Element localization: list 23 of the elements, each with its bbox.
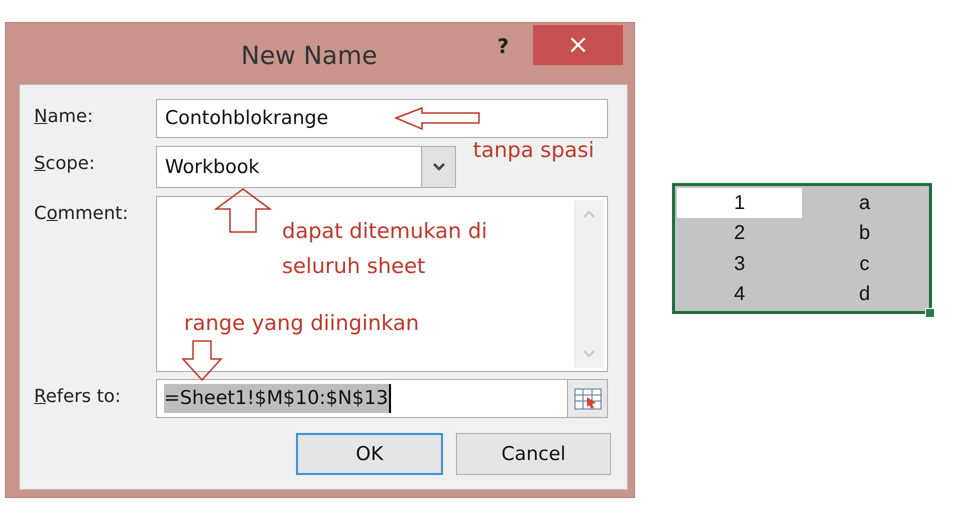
range-select-button[interactable] bbox=[567, 380, 607, 417]
dialog-button[interactable]: Cancel bbox=[456, 433, 611, 475]
comment-field[interactable] bbox=[156, 196, 608, 372]
field-label: Scope: bbox=[34, 152, 96, 176]
window-title: New Name bbox=[241, 40, 378, 72]
annotation-text: tanpa spasi bbox=[473, 137, 594, 164]
refers-to-field[interactable]: =Sheet1!$M$10:$N$13 bbox=[156, 379, 608, 418]
field-label: Name: bbox=[34, 105, 94, 129]
field-label: Comment: bbox=[34, 202, 130, 226]
close-button[interactable]: × bbox=[533, 25, 623, 65]
arrow-icon bbox=[181, 339, 223, 382]
annotation-text: dapat ditemukan di seluruh sheet bbox=[282, 218, 488, 280]
table-cell[interactable]: 1 bbox=[677, 188, 802, 218]
field-label: Refers to: bbox=[34, 385, 122, 409]
name-field[interactable]: Contohblokrange bbox=[156, 99, 608, 138]
scope-dropdown[interactable]: Workbook bbox=[156, 146, 456, 188]
help-button[interactable]: ? bbox=[491, 31, 515, 59]
fill-handle[interactable] bbox=[925, 308, 935, 318]
annotation-text: range yang diinginkan bbox=[184, 310, 420, 337]
arrow-icon bbox=[394, 106, 482, 132]
table-select-icon bbox=[574, 388, 602, 410]
dialog-button[interactable]: OK bbox=[296, 433, 443, 475]
arrow-icon bbox=[214, 187, 272, 234]
